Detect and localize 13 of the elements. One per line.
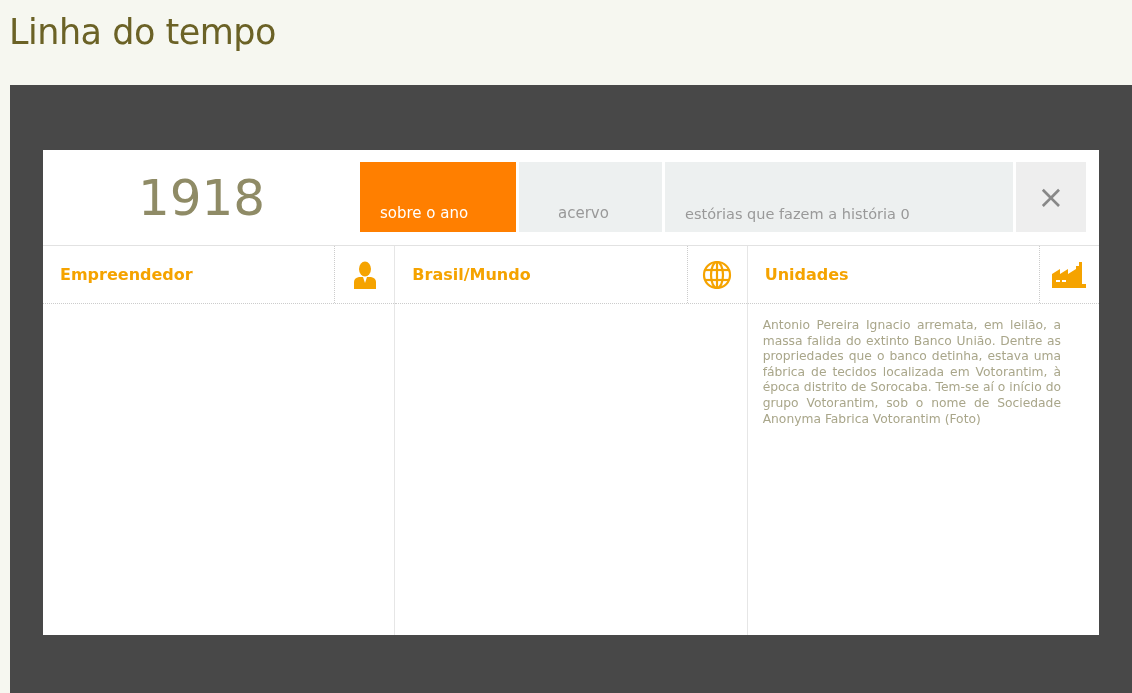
year-heading: 1918 xyxy=(136,167,267,229)
column-heading: Empreendedor xyxy=(59,264,194,286)
globe-icon xyxy=(702,259,733,290)
tab[interactable]: estórias que fazem a história 0 xyxy=(665,162,1013,232)
factory-icon xyxy=(1052,261,1087,288)
column-heading: Brasil/Mundo xyxy=(411,264,532,286)
event-description: Antonio Pereira Ignacio arremata, em leilão, a massa falida do extinto Banco União. Dentre as propriedades que o banco detinha, estava uma fábrica de tecidos localizada em Votorantim, à época distrito de Sorocaba. Tem-se aí o início do grupo Votorantim, sob o nome de Sociedade Anonyma Fabrica Votorantim (Foto) xyxy=(762,318,1061,428)
column-heading: Unidades xyxy=(763,264,850,286)
person-icon xyxy=(353,260,376,289)
tab[interactable]: acervo xyxy=(519,162,662,232)
page-title: Linha do tempo xyxy=(8,11,276,54)
close-button[interactable]: × xyxy=(1016,162,1086,232)
tab[interactable]: sobre o ano xyxy=(360,162,516,232)
